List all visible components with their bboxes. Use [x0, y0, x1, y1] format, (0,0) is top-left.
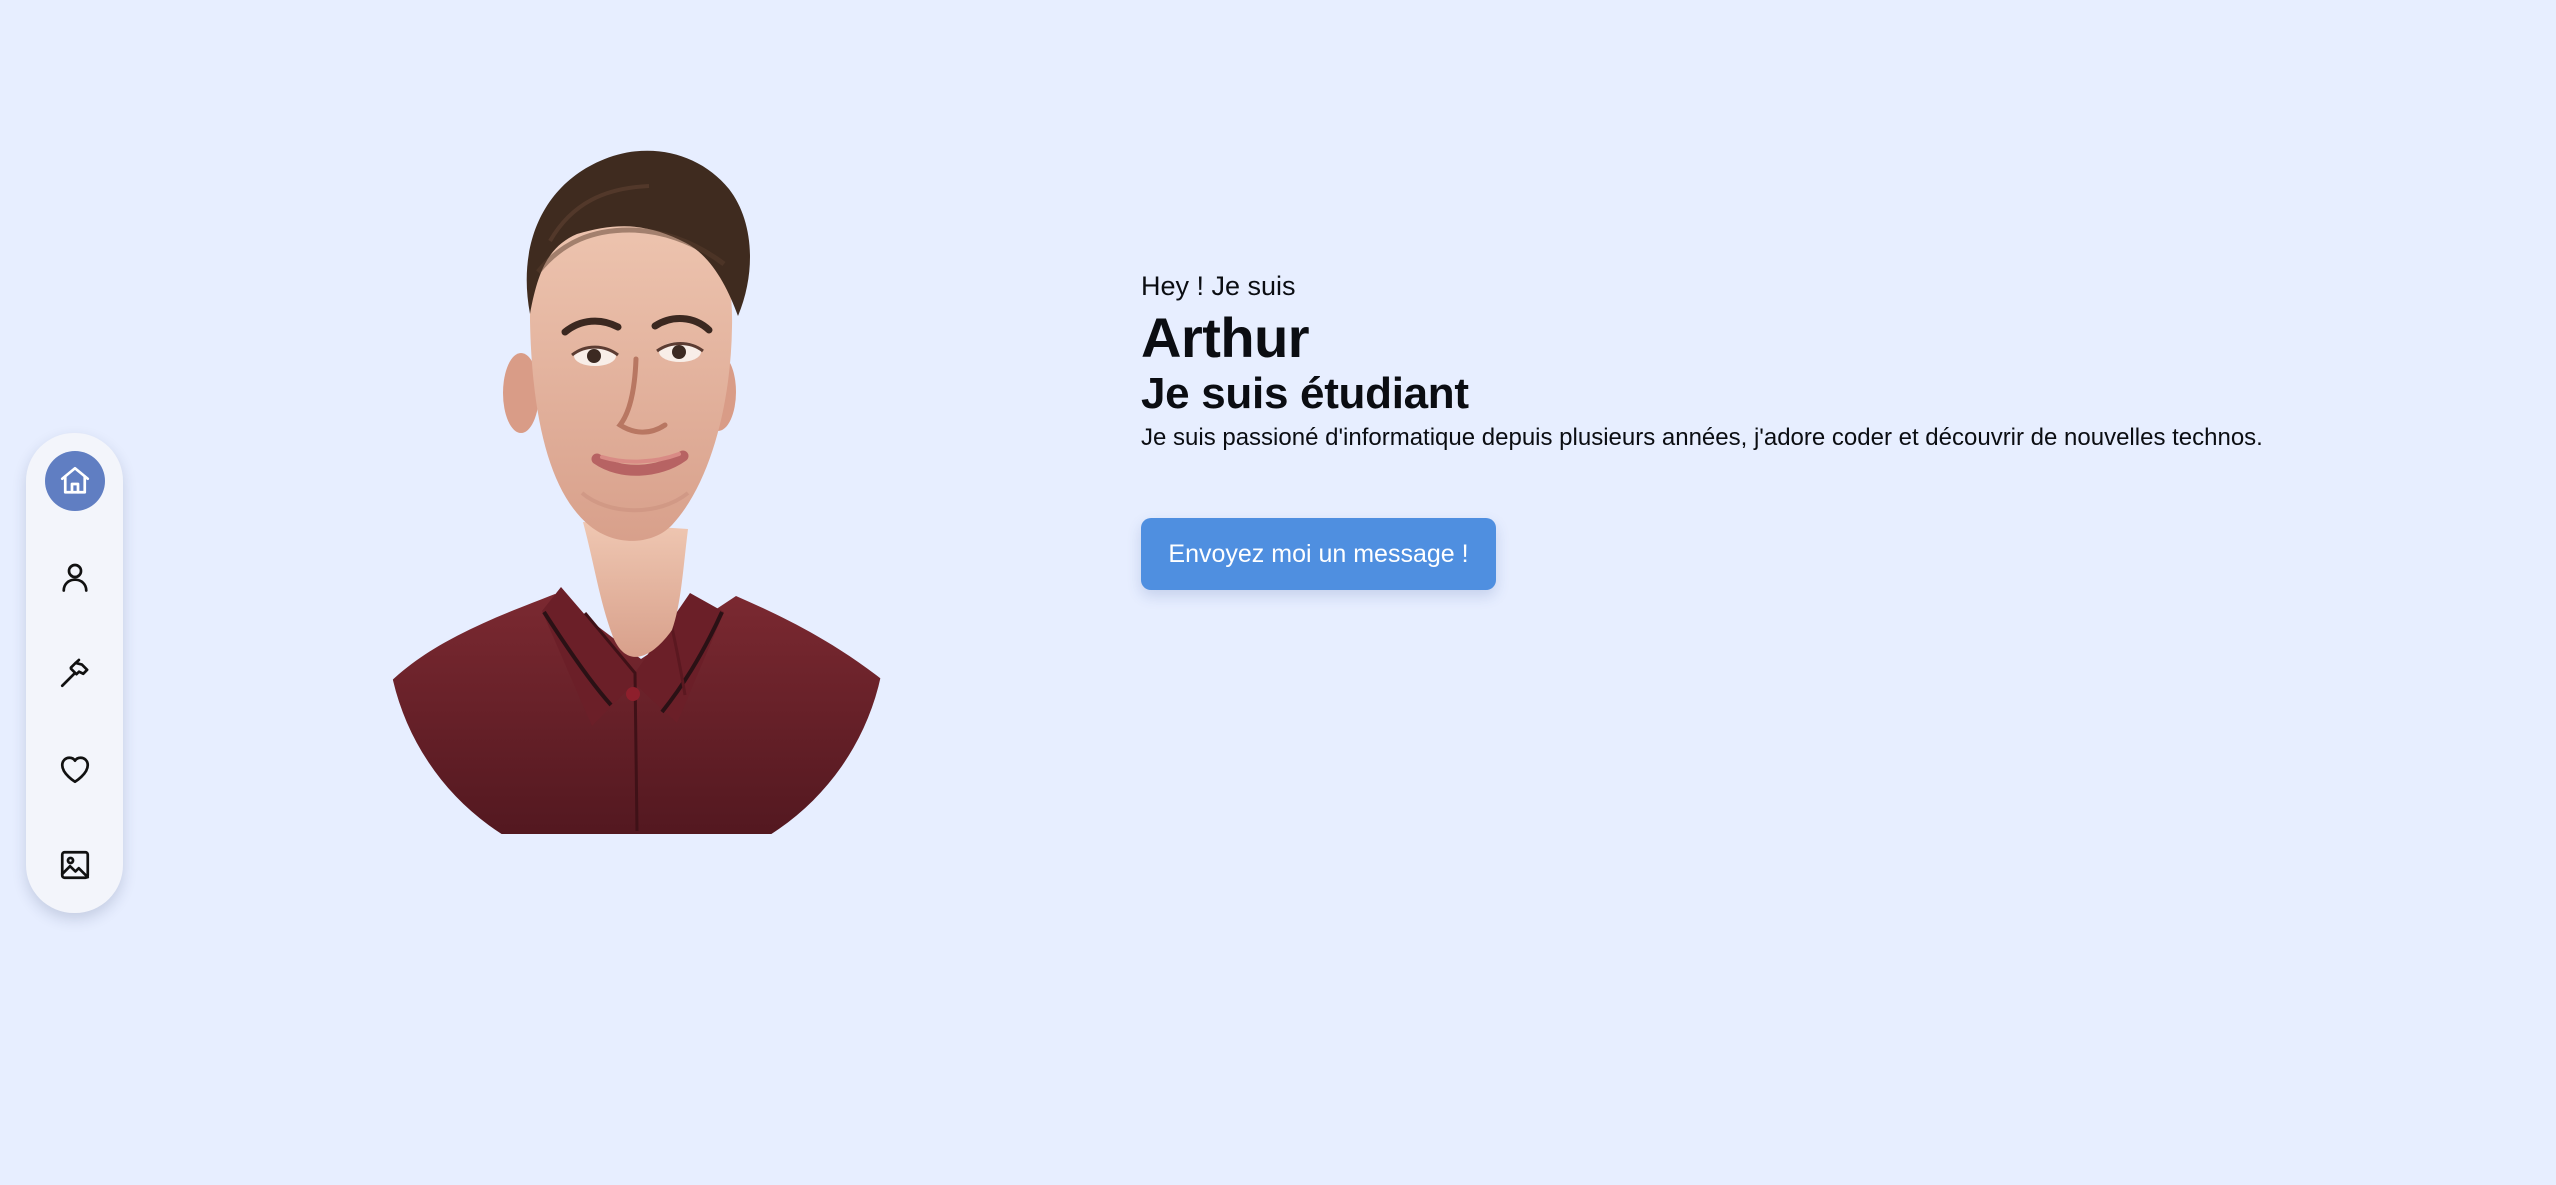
image-icon [60, 850, 89, 880]
person-name: Arthur [1141, 306, 1310, 369]
user-icon [61, 563, 88, 592]
send-message-button[interactable]: Envoyez moi un message ! [1141, 518, 1496, 590]
nav-item-projects[interactable] [45, 643, 105, 703]
hammer-icon [60, 658, 88, 688]
role-title: Je suis étudiant [1141, 369, 1469, 418]
side-navigation [26, 433, 123, 913]
portfolio-home-page: Hey ! Je suis Arthur Je suis étudiant Je… [0, 0, 2556, 1185]
bio-text: Je suis passioné d'informatique depuis p… [1141, 424, 2263, 451]
heart-icon [60, 756, 89, 784]
hero-introduction: Hey ! Je suis Arthur Je suis étudiant Je… [1141, 268, 2381, 454]
home-icon [60, 466, 89, 494]
greeting-text: Hey ! Je suis [1141, 271, 1296, 301]
nav-item-profile[interactable] [45, 547, 105, 607]
nav-item-interests[interactable] [45, 739, 105, 799]
portrait-illustration [387, 150, 885, 834]
profile-portrait [387, 138, 885, 834]
nav-item-home[interactable] [44, 451, 105, 511]
nav-item-gallery[interactable] [45, 835, 105, 895]
